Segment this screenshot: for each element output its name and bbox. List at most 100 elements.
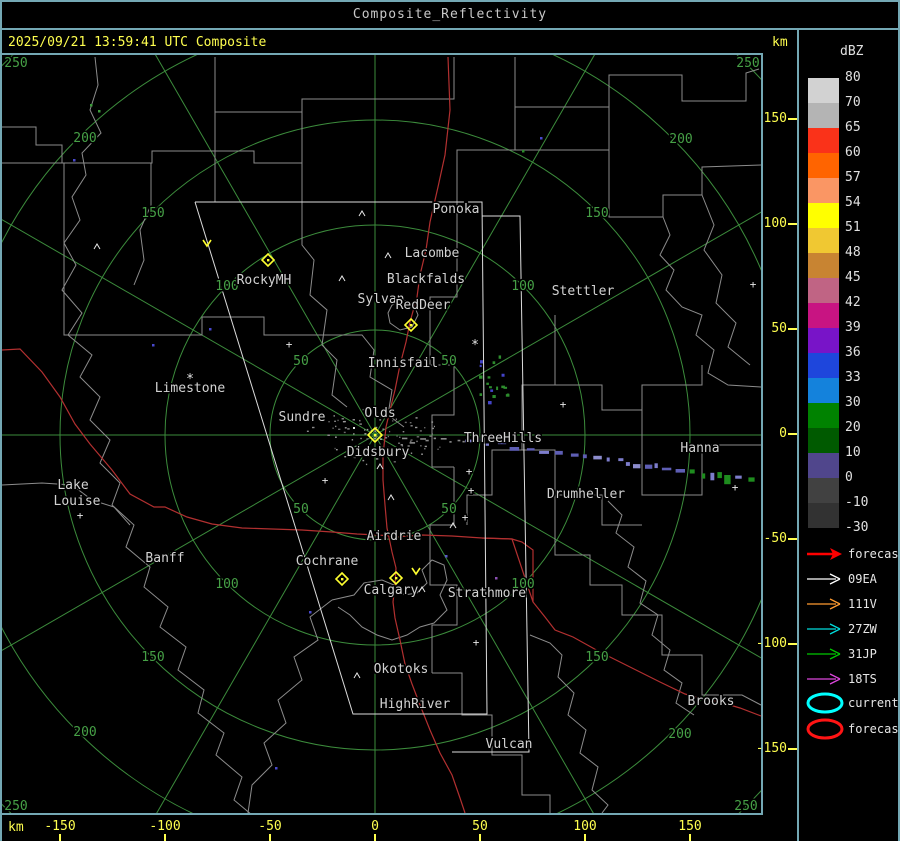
colorbar-label: 48 [845,245,861,260]
right-axis-tick [788,223,797,225]
town-caret-icon [338,275,346,282]
forecast-ellipse-icon [806,718,844,740]
town-label: RedDeer [396,298,451,313]
colorbar-title: dBZ [840,44,864,59]
colorbar-label: 20 [845,420,861,435]
town-label: Banff [145,551,184,566]
town-label: HighRiver [380,697,451,712]
colorbar-label: -10 [845,495,869,510]
town-label: Limestone [155,381,226,396]
bottom-axis: km -150 -100 -50 0 50 100 150 [0,815,797,841]
colorbar-label: 60 [845,145,861,160]
colorbar-cell [808,128,839,153]
timestamp: 2025/09/21 13:59:41 UTC Composite [8,35,267,50]
town-plus-icon: + [732,481,739,494]
svg-text:100: 100 [511,279,534,294]
colorbar-cell [808,478,839,503]
svg-text:100: 100 [215,577,238,592]
town-label: Drumheller [547,487,625,502]
right-axis-label: -50 [763,531,787,546]
town-label: Airdrie [367,529,422,544]
track-forecast-label: forecast [848,547,900,561]
svg-text:250: 250 [734,799,757,813]
bottom-axis-label: 0 [371,819,379,834]
right-axis-label: 150 [763,111,787,126]
svg-text:200: 200 [668,727,691,742]
track-18TS-icon [807,673,841,685]
svg-text:250: 250 [736,56,759,71]
track-arrow-icon [411,567,421,576]
track-31JP-label: 31JP [848,647,877,661]
svg-text:200: 200 [73,725,96,740]
current-ellipse-icon [806,692,844,714]
colorbar-label: 80 [845,70,861,85]
town-asterisk-icon: * [471,338,479,353]
town-caret-icon [93,243,101,250]
track-09EA-icon [807,573,841,585]
colorbar-cell [808,228,839,253]
colorbar-cell [808,253,839,278]
right-axis-tick [788,538,797,540]
bottom-axis-label: -150 [44,819,76,834]
colorbar-cell [808,378,839,403]
colorbar-cell [808,153,839,178]
svg-text:150: 150 [141,650,164,665]
town-plus-icon: + [286,338,293,351]
right-axis: 150 100 50 0 -50 -100 -150 [756,53,797,815]
svg-text:150: 150 [585,650,608,665]
bottom-axis-label: -50 [258,819,282,834]
bottom-axis-label: 50 [472,819,488,834]
svg-text:150: 150 [141,206,164,221]
svg-text:250: 250 [4,56,27,71]
town-label: Hanna [680,441,719,456]
track-27ZW-label: 27ZW [848,622,877,636]
colorbar-label: 45 [845,270,861,285]
titlebar-separator-line [0,28,900,30]
bottom-axis-unit: km [8,820,24,835]
town-label: Vulcan [486,737,533,752]
town-label: RockyMH [237,273,292,288]
colorbar-label: -30 [845,520,869,535]
colorbar-label: 54 [845,195,861,210]
right-axis-tick [788,643,797,645]
town-label: Ponoka [433,202,480,217]
track-111V-label: 111V [848,597,877,611]
colorbar-cell [808,78,839,103]
colorbar-label: 36 [845,345,861,360]
town-plus-icon: + [473,636,480,649]
bottom-axis-tick [689,834,691,841]
colorbar-label: 33 [845,370,861,385]
town-label: Innisfail [368,356,438,371]
bottom-axis-label: -100 [149,819,181,834]
colorbar-label: 51 [845,220,861,235]
colorbar-label: 30 [845,395,861,410]
town-label: Stettler [552,284,615,299]
colorbar-cell [808,103,839,128]
town-plus-icon: + [322,474,329,487]
right-axis-label: 100 [763,216,787,231]
colorbar-cell [808,278,839,303]
right-axis-unit: km [772,35,788,50]
town-label: ThreeHills [464,431,542,446]
right-axis-tick [788,328,797,330]
track-forecast-icon [807,548,842,560]
town-caret-icon [387,494,395,501]
town-caret-icon [376,463,384,470]
colorbar-label: 70 [845,95,861,110]
track-111V-icon [807,598,841,610]
colorbar-cell [808,453,839,478]
town-label: Okotoks [374,662,429,677]
right-axis-tick [788,748,797,750]
svg-text:50: 50 [441,354,457,369]
town-caret-icon [353,672,361,679]
track-09EA-label: 09EA [848,572,877,586]
bottom-axis-label: 150 [678,819,702,834]
town-label: Cochrane [296,554,359,569]
town-label: Lacombe [405,246,460,261]
town-label: Calgary [364,583,419,598]
colorbar-cell [808,178,839,203]
svg-text:50: 50 [293,502,309,517]
radar-display[interactable]: 50 5050 50100 100100 100150 150150 150200 20020… [2,55,761,813]
colorbar-cell [808,303,839,328]
bottom-axis-tick [584,834,586,841]
